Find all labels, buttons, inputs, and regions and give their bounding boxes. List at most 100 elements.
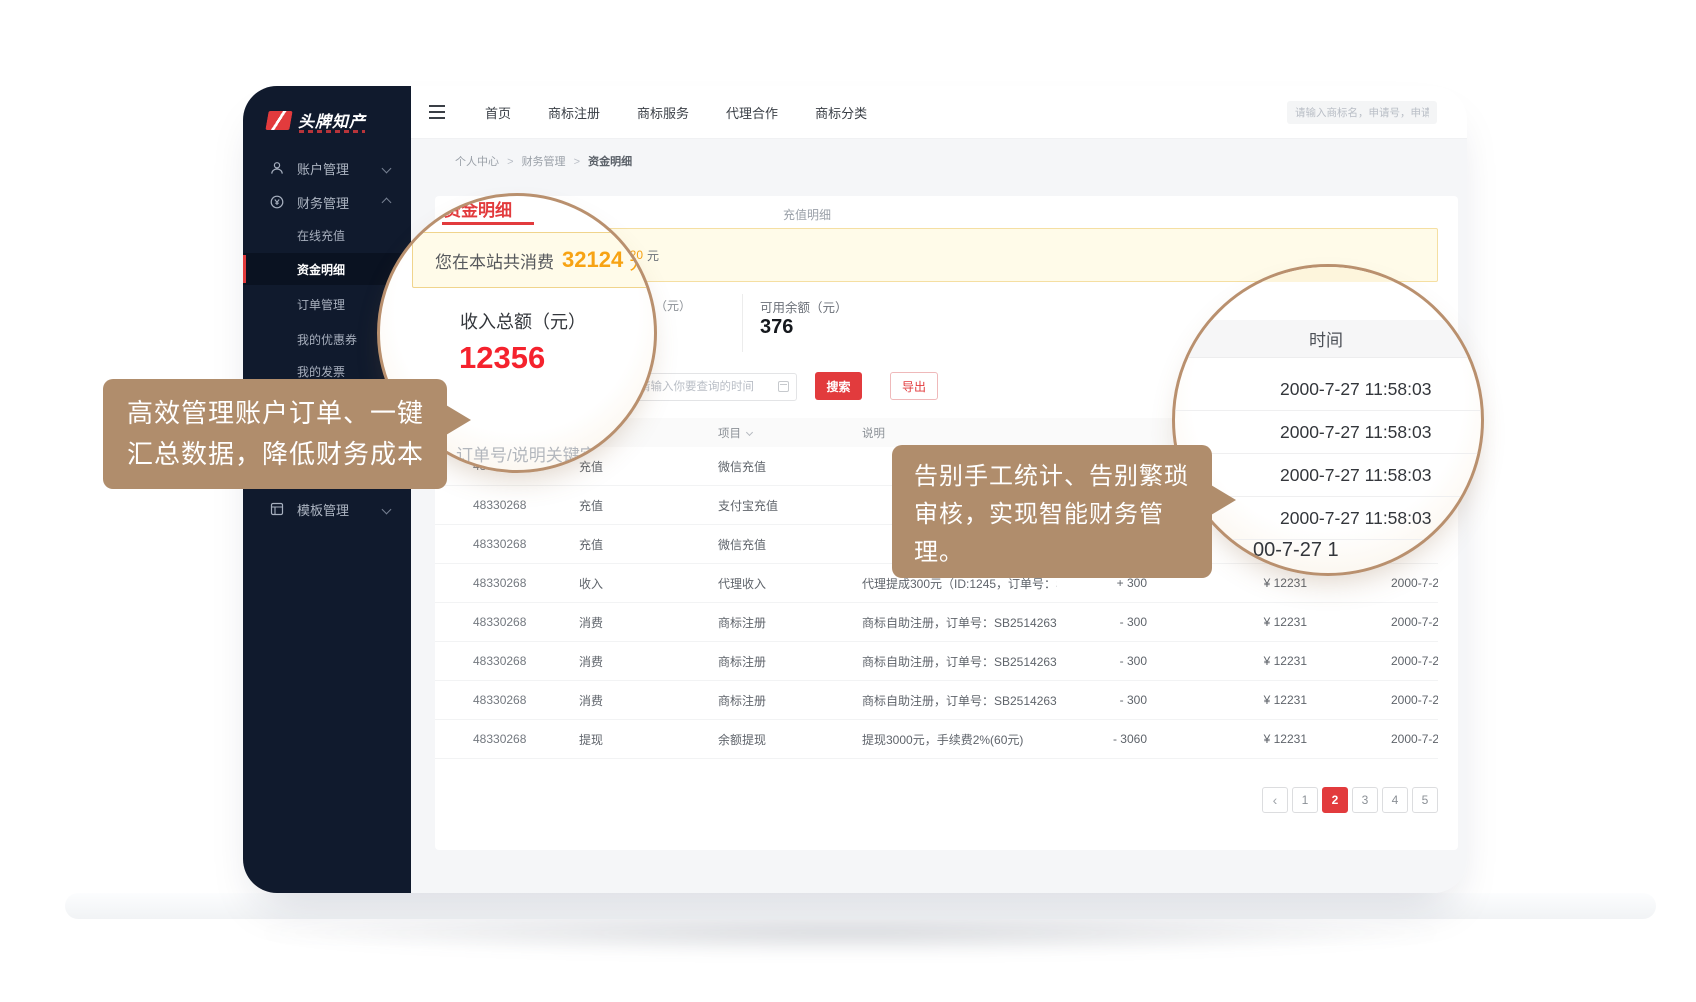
- cell-amount: - 300: [1057, 654, 1147, 668]
- pagination: ‹ 1 2 3 4 5: [1262, 787, 1438, 813]
- laptop-base: [65, 893, 1656, 919]
- balance-value: 376: [760, 316, 793, 339]
- magnified-income-value: 12356: [459, 340, 545, 376]
- sidebar-item-label: 在线充值: [297, 227, 345, 244]
- cell-time: 2000-7-27 11:58:03: [1391, 615, 1438, 629]
- nav-trademark-register[interactable]: 商标注册: [548, 103, 600, 122]
- time-input[interactable]: [630, 373, 797, 401]
- logo-subtext: [299, 130, 365, 133]
- search-button[interactable]: 搜索: [815, 372, 862, 400]
- sidebar-item-finance[interactable]: 财务管理: [243, 186, 411, 218]
- sidebar-item-label: 财务管理: [297, 193, 349, 212]
- pagination-prev[interactable]: ‹: [1262, 787, 1288, 813]
- magnified-tab: 资金明细: [444, 196, 512, 221]
- nav-trademark-services[interactable]: 商标服务: [637, 103, 689, 122]
- magnified-income-label: 收入总额（元）: [460, 308, 586, 334]
- sidebar-item-label: 我的发票: [297, 363, 345, 380]
- cell-type: 提现: [579, 731, 718, 748]
- cell-type: 消费: [579, 692, 718, 709]
- callout-right-line1: 告别手工统计、告别繁琐: [914, 458, 1212, 496]
- nav-agency-cooperation[interactable]: 代理合作: [726, 103, 778, 122]
- cell-amount: - 300: [1057, 615, 1147, 629]
- sidebar-item-label: 模板管理: [297, 500, 349, 519]
- stats-divider: [742, 294, 743, 352]
- logo-text: 头牌知产: [298, 108, 366, 132]
- callout-right: 告别手工统计、告别繁琐 审核，实现智能财务管 理。: [892, 445, 1212, 578]
- cell-project: 余额提现: [718, 731, 862, 748]
- cell-project: 支付宝充值: [718, 497, 862, 514]
- cell-desc: 商标自助注册，订单号：SB2514263J: [862, 653, 1057, 670]
- magnifier-right: 时间 2000-7-27 11:58:03 2000-7-27 11:58:03…: [1172, 264, 1484, 576]
- cell-order-no: 48330268: [435, 732, 579, 746]
- cell-time: 2000-7-27 11:58:03: [1391, 693, 1438, 707]
- sidebar-item-account[interactable]: 账户管理: [243, 152, 411, 184]
- callout-left-line2: 汇总数据，降低财务成本: [127, 434, 447, 475]
- cell-desc: 商标自助注册，订单号：SB2514263J: [862, 614, 1057, 631]
- breadcrumb-home[interactable]: 个人中心: [455, 156, 499, 168]
- sidebar-item-templates[interactable]: 模板管理: [243, 493, 411, 525]
- sidebar-item-label: 账户管理: [297, 159, 349, 178]
- top-navigation: 首页 商标注册 商标服务 代理合作 商标分类: [485, 86, 867, 139]
- nav-home[interactable]: 首页: [485, 103, 511, 122]
- magnified-time-partial: 00-7-27 1: [1253, 539, 1339, 562]
- cell-order-no: 48330268: [435, 498, 579, 512]
- cell-time: 2000-7-27 11:58:03: [1391, 576, 1438, 590]
- hamburger-menu-icon[interactable]: [429, 103, 449, 121]
- breadcrumb-separator: >: [507, 156, 513, 168]
- calendar-icon[interactable]: [778, 381, 789, 392]
- table-row: 48330268 提现 余额提现 提现3000元，手续费2%(60元) - 30…: [435, 720, 1438, 759]
- pagination-page-2[interactable]: 2: [1322, 787, 1348, 813]
- breadcrumb-finance[interactable]: 财务管理: [522, 156, 566, 168]
- cell-amount: - 300: [1057, 693, 1147, 707]
- logo: 头牌知产: [267, 108, 366, 132]
- chevron-down-icon: [382, 163, 392, 173]
- logo-icon: [265, 111, 292, 130]
- expense-label-fragment: （元）: [655, 297, 691, 314]
- user-icon: [270, 161, 284, 175]
- breadcrumb-separator: >: [574, 156, 580, 168]
- table-row: 48330268 消费 商标注册 商标自助注册，订单号：SB2514263J -…: [435, 681, 1438, 720]
- cell-project: 商标注册: [718, 653, 862, 670]
- cell-type: 充值: [579, 497, 718, 514]
- chevron-up-icon: [382, 197, 392, 207]
- sidebar-item-label: 资金明细: [297, 261, 345, 278]
- cell-type: 消费: [579, 614, 718, 631]
- cell-balance: ¥ 12231: [1147, 576, 1307, 590]
- cell-project: 商标注册: [718, 692, 862, 709]
- cell-project: 微信充值: [718, 458, 862, 475]
- pagination-page-1[interactable]: 1: [1292, 787, 1318, 813]
- breadcrumb-current: 资金明细: [588, 156, 632, 168]
- cell-balance: ¥ 12231: [1147, 732, 1307, 746]
- cell-desc: 提现3000元，手续费2%(60元): [862, 731, 1057, 748]
- cell-balance: ¥ 12231: [1147, 615, 1307, 629]
- sidebar-item-funds-detail[interactable]: 资金明细: [243, 253, 411, 285]
- export-button[interactable]: 导出: [890, 372, 938, 400]
- cell-order-no: 48330268: [435, 537, 579, 551]
- cell-type: 消费: [579, 653, 718, 670]
- callout-left-line1: 高效管理账户订单、一键: [127, 393, 447, 434]
- cell-balance: ¥ 12231: [1147, 693, 1307, 707]
- time-filter: [630, 373, 797, 401]
- cell-project: 商标注册: [718, 614, 862, 631]
- cell-type: 收入: [579, 575, 718, 592]
- sidebar-item-online-recharge[interactable]: 在线充值: [243, 219, 411, 251]
- nav-trademark-category[interactable]: 商标分类: [815, 103, 867, 122]
- cell-amount: + 300: [1057, 576, 1147, 590]
- trademark-search-input[interactable]: [1287, 101, 1437, 124]
- chevron-down-icon: [382, 504, 392, 514]
- pagination-page-5[interactable]: 5: [1412, 787, 1438, 813]
- magnified-banner-edge: [1175, 267, 1481, 282]
- header-project[interactable]: 项目: [718, 425, 862, 441]
- tab-recharge-detail[interactable]: 充值明细: [783, 206, 831, 223]
- cell-time: 2000-7-27 11:58:03: [1391, 654, 1438, 668]
- pagination-page-4[interactable]: 4: [1382, 787, 1408, 813]
- finance-icon: [270, 195, 284, 209]
- callout-left: 高效管理账户订单、一键 汇总数据，降低财务成本: [103, 379, 447, 489]
- cell-type: 充值: [579, 458, 718, 475]
- magnified-banner-amount: 32124: [562, 247, 623, 273]
- cell-type: 充值: [579, 536, 718, 553]
- pagination-page-3[interactable]: 3: [1352, 787, 1378, 813]
- magnified-time-row: 2000-7-27 11:58:03: [1175, 411, 1481, 454]
- sidebar: 头牌知产 账户管理 财务管理 在线充值 资金明细: [243, 86, 411, 893]
- magnified-banner-unit: 元: [629, 246, 649, 275]
